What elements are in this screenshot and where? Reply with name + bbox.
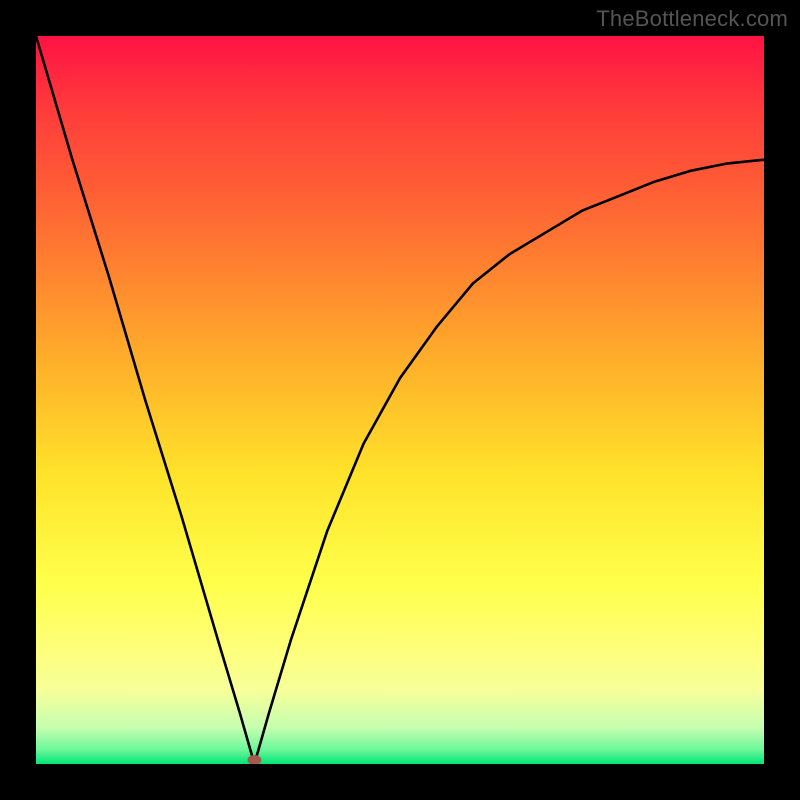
plot-area bbox=[36, 36, 764, 764]
watermark-text: TheBottleneck.com bbox=[596, 6, 788, 32]
chart-svg bbox=[36, 36, 764, 764]
chart-frame: TheBottleneck.com bbox=[0, 0, 800, 800]
